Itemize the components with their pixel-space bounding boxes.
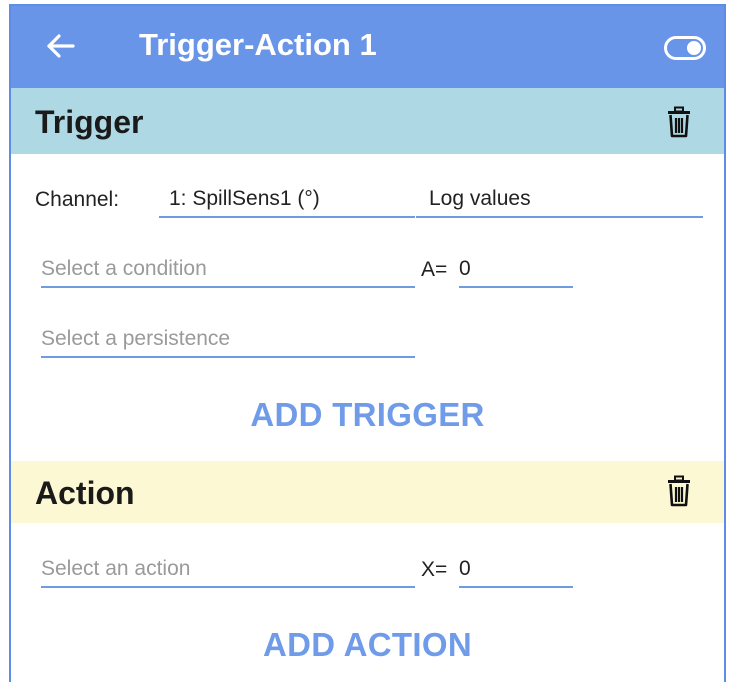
trigger-title: Trigger [35,104,144,140]
action-delete-trash-icon[interactable] [666,475,692,507]
a-label: A= [421,258,448,281]
page-title: Trigger-Action 1 [139,27,377,62]
a-value: 0 [459,257,471,280]
trigger-section-header: Trigger [11,88,724,154]
back-arrow-icon[interactable] [43,28,79,64]
add-action-button[interactable]: ADD ACTION [11,626,724,664]
trigger-delete-trash-icon[interactable] [666,106,692,138]
x-label: X= [421,558,448,581]
condition-select[interactable]: Select a condition [41,254,415,288]
a-value-input[interactable]: 0 [459,254,573,288]
toggle-knob-icon [687,41,701,55]
action-section-header: Action [11,461,724,523]
channel-select-value: 1: SpillSens1 (°) [169,187,320,210]
add-trigger-button[interactable]: ADD TRIGGER [11,396,724,434]
trigger-action-screen: Trigger-Action 1 Trigger Channel: 1: Spi… [9,4,726,682]
app-bar: Trigger-Action 1 [11,6,724,88]
action-placeholder: Select an action [41,557,191,580]
log-values-select[interactable]: Log values [416,184,703,218]
enable-toggle[interactable] [664,36,706,60]
x-value-input[interactable]: 0 [459,554,573,588]
persistence-select[interactable]: Select a persistence [41,324,415,358]
log-values-value: Log values [429,187,531,210]
action-title: Action [35,475,135,511]
x-value: 0 [459,557,471,580]
channel-select[interactable]: 1: SpillSens1 (°) [159,184,415,218]
action-select[interactable]: Select an action [41,554,415,588]
channel-label: Channel: [35,188,120,211]
persistence-placeholder: Select a persistence [41,327,231,350]
condition-placeholder: Select a condition [41,257,207,280]
